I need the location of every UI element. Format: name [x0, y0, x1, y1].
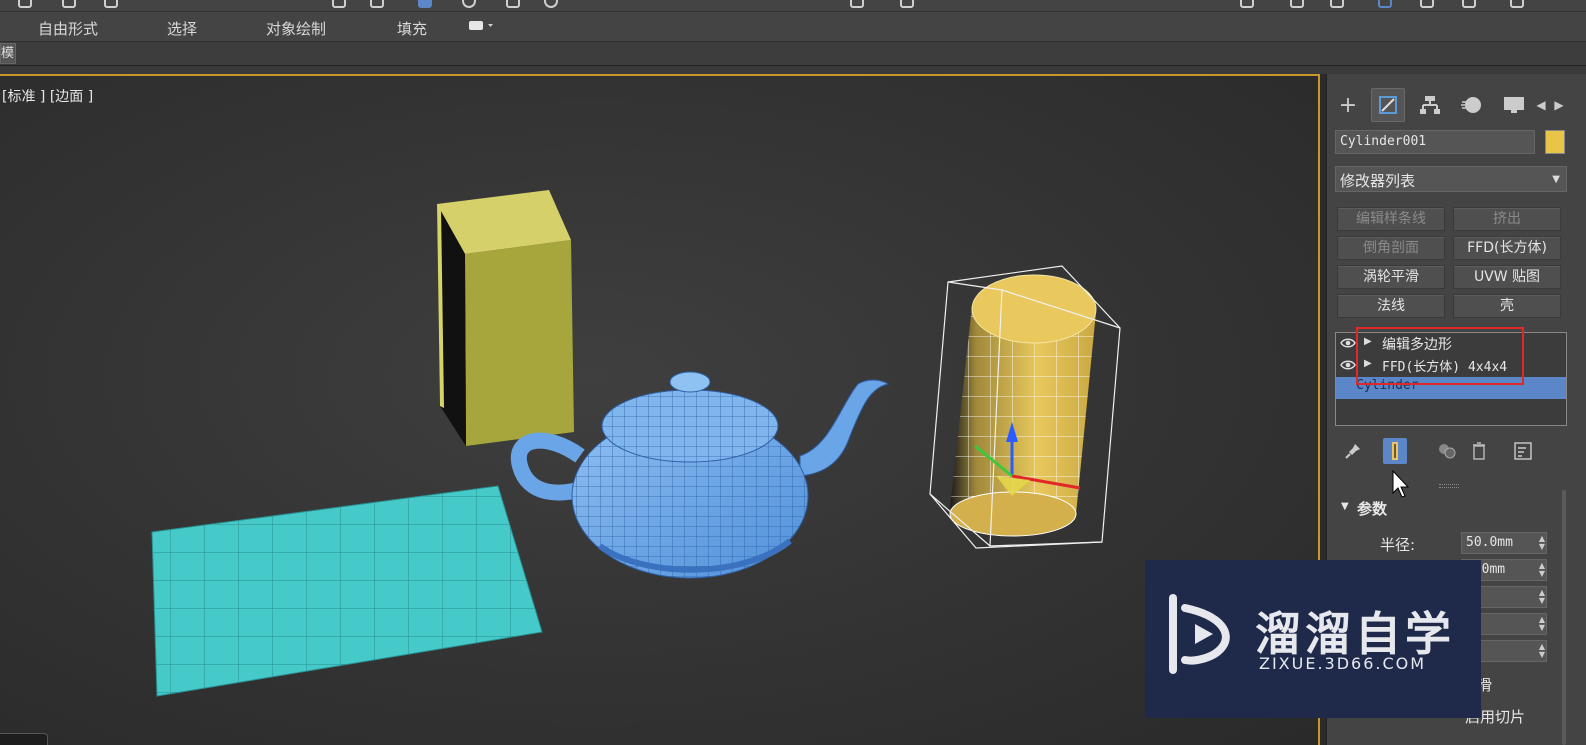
tab-scroll-right-icon[interactable]: ▶ — [1551, 88, 1567, 122]
eye-icon[interactable] — [1340, 358, 1356, 372]
ribbon-options-icon[interactable] — [468, 20, 494, 35]
scene-canvas[interactable] — [0, 76, 1318, 745]
radius-label: 半径: — [1379, 536, 1415, 554]
select-region-icon[interactable] — [332, 0, 346, 8]
select-rotate-icon[interactable] — [462, 0, 476, 8]
schematic-view-icon[interactable] — [1330, 0, 1344, 8]
align-icon[interactable] — [900, 0, 914, 8]
spinner-icon[interactable]: ▲ ▼ — [1539, 562, 1545, 578]
stack-toolbar — [1335, 434, 1567, 466]
motion-tab-icon[interactable] — [1455, 88, 1489, 122]
configure-sets-icon[interactable] — [1511, 438, 1535, 464]
material-editor-icon[interactable] — [1378, 0, 1392, 8]
box-object[interactable] — [437, 190, 574, 446]
uvw-map-button[interactable]: UVW 贴图 — [1453, 265, 1561, 289]
pin-stack-icon[interactable] — [1341, 438, 1365, 464]
annotation-highlight-box — [1356, 327, 1524, 385]
modify-tab-icon[interactable] — [1371, 88, 1405, 122]
undo-icon[interactable] — [18, 0, 32, 8]
hierarchy-tab-icon[interactable] — [1413, 88, 1447, 122]
snap-toggle-icon[interactable] — [544, 0, 558, 8]
ribbon-panel: 模 — [0, 42, 1586, 66]
rollout-grip[interactable] — [1439, 484, 1459, 488]
tab-populate[interactable]: 填充 — [397, 18, 427, 39]
watermark-overlay: 溜溜自学 ZIXUE.3D66.COM — [1145, 560, 1481, 718]
render-setup-icon[interactable] — [1420, 0, 1434, 8]
window-crossing-icon[interactable] — [370, 0, 384, 8]
parameters-rollout-header[interactable]: ▼ 参数 — [1335, 498, 1567, 520]
cylinder-object[interactable] — [949, 274, 1097, 537]
collapse-arrow-icon: ▼ — [1341, 501, 1349, 512]
spinner-icon[interactable]: ▲ ▼ — [1539, 589, 1545, 605]
select-link-icon[interactable] — [104, 0, 118, 8]
tab-scroll-left-icon[interactable]: ◀ — [1533, 88, 1549, 122]
eye-icon[interactable] — [1340, 336, 1356, 350]
main-toolbar — [0, 0, 1586, 12]
spinner-icon[interactable]: ▲ ▼ — [1539, 535, 1545, 551]
modeling-tab[interactable]: 模 — [0, 43, 16, 64]
viewport-corner-tab — [0, 733, 48, 745]
watermark-url: ZIXUE.3D66.COM — [1259, 654, 1427, 673]
show-end-result-icon[interactable] — [1383, 438, 1407, 464]
bevel-profile-button[interactable]: 倒角剖面 — [1337, 236, 1445, 260]
shell-button[interactable]: 壳 — [1453, 294, 1561, 318]
play-logo-icon — [1169, 594, 1230, 674]
display-tab-icon[interactable] — [1497, 88, 1531, 122]
render-frame-icon[interactable] — [1462, 0, 1476, 8]
turbosmooth-button[interactable]: 涡轮平滑 — [1337, 265, 1445, 289]
mouse-cursor-icon — [1392, 470, 1410, 498]
command-panel-tabs: + ◀ ▶ — [1327, 82, 1586, 126]
command-panel-scrollbar[interactable] — [1562, 490, 1566, 745]
toolbar-separator — [0, 66, 1586, 74]
ribbon-tab-bar: 自由形式 选择 对象绘制 填充 — [0, 12, 1586, 42]
select-move-icon[interactable] — [418, 0, 432, 8]
plane-object[interactable] — [151, 485, 543, 697]
tab-selection[interactable]: 选择 — [167, 18, 197, 39]
modifier-list-dropdown[interactable]: 修改器列表 ▼ — [1335, 166, 1567, 192]
perspective-viewport[interactable]: [标准 ] [边面 ] — [0, 74, 1320, 745]
spinner-icon[interactable]: ▲ ▼ — [1539, 616, 1545, 632]
create-tab-icon[interactable]: + — [1331, 88, 1365, 122]
viewport-label[interactable]: [标准 ] [边面 ] — [2, 86, 93, 106]
tab-object-paint[interactable]: 对象绘制 — [266, 18, 326, 39]
make-unique-icon[interactable] — [1435, 438, 1459, 464]
render-production-icon[interactable] — [1510, 0, 1524, 8]
edit-spline-button[interactable]: 编辑样条线 — [1337, 207, 1445, 231]
tab-freeform[interactable]: 自由形式 — [38, 18, 98, 39]
mirror-icon[interactable] — [850, 0, 864, 8]
normal-button[interactable]: 法线 — [1337, 294, 1445, 318]
redo-icon[interactable] — [62, 0, 76, 8]
object-color-swatch[interactable] — [1545, 130, 1565, 154]
rollout-title: 参数 — [1357, 500, 1388, 518]
object-name-field[interactable]: Cylinder001 — [1335, 130, 1535, 154]
remove-modifier-icon[interactable] — [1467, 438, 1491, 464]
layer-manager-icon[interactable] — [1240, 0, 1254, 8]
extrude-button[interactable]: 挤出 — [1453, 207, 1561, 231]
radius-field[interactable]: 50.0mm — [1461, 532, 1547, 554]
chevron-down-icon: ▼ — [1552, 174, 1560, 185]
radius-param-row: 半径: 50.0mm ▲ ▼ — [1335, 532, 1567, 556]
teapot-object[interactable] — [510, 371, 890, 579]
curve-editor-icon[interactable] — [1290, 0, 1304, 8]
modifier-list-label: 修改器列表 — [1340, 172, 1416, 190]
ffd-box-button[interactable]: FFD(长方体) — [1453, 236, 1561, 260]
select-scale-icon[interactable] — [506, 0, 520, 8]
spinner-icon[interactable]: ▲ ▼ — [1539, 643, 1545, 659]
